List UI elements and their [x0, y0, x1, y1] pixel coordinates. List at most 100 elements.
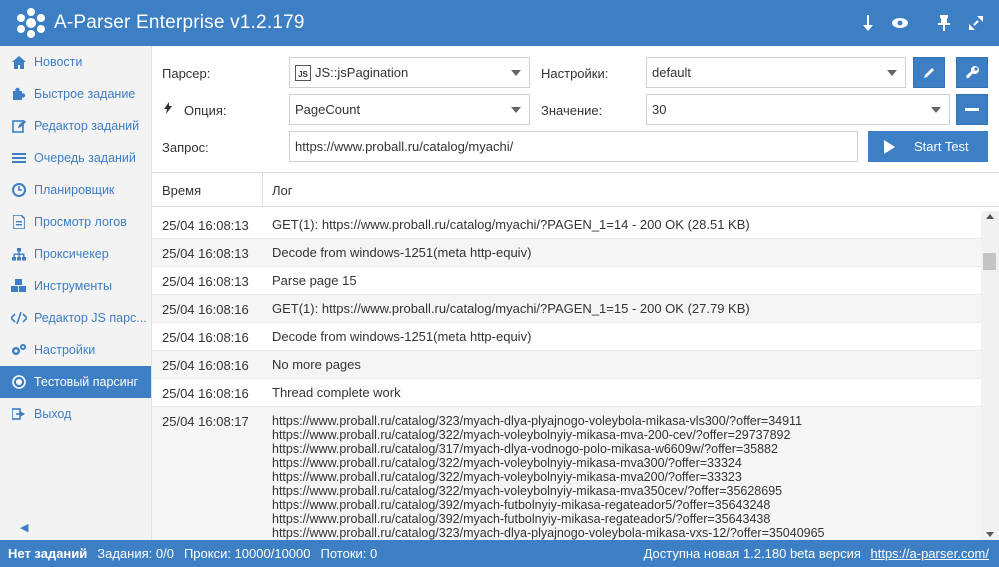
settings-label: Настройки:: [541, 66, 609, 81]
chevron-down-icon: [511, 70, 521, 76]
log-time: 25/04 16:08:17: [162, 414, 249, 429]
sitemap-icon: [10, 246, 28, 262]
update-link[interactable]: https://a-parser.com/: [871, 546, 990, 561]
download-icon[interactable]: [855, 10, 881, 36]
log-time: 25/04 16:08:16: [162, 386, 249, 401]
column-log: Лог: [272, 183, 293, 198]
sidebar-item-list[interactable]: Очередь заданий: [0, 142, 151, 174]
a-parser-logo-icon: [14, 6, 48, 40]
sidebar: Новости Быстрое задание Редактор заданий Оч…: [0, 46, 152, 540]
bolt-icon: [164, 102, 172, 117]
chevron-down-icon: [887, 70, 897, 76]
home-icon: [10, 54, 28, 70]
sidebar-item-target[interactable]: Тестовый парсинг: [0, 366, 151, 398]
play-icon: [884, 139, 895, 154]
start-test-label: Start Test: [914, 139, 969, 154]
target-icon: [10, 374, 28, 390]
value-value: 30: [652, 102, 667, 117]
status-bar: Нет заданий Задания: 0/0 Прокси: 10000/1…: [0, 540, 999, 567]
result-url: https://www.proball.ru/catalog/322/myach…: [272, 484, 783, 498]
chevron-down-icon: [931, 107, 941, 113]
app-title: A-Parser Enterprise v1.2.179: [54, 12, 305, 33]
log-message: GET(1): https://www.proball.ru/catalog/m…: [272, 301, 750, 316]
option-label: Опция:: [184, 103, 227, 118]
pencil-icon: [924, 67, 934, 78]
option-select[interactable]: PageCount: [289, 94, 530, 125]
code-icon: [10, 310, 28, 326]
log-message: Decode from windows-1251(meta http-equiv…: [272, 329, 532, 344]
log-result-urls: https://www.proball.ru/catalog/323/myach…: [272, 407, 981, 540]
sidebar-item-file[interactable]: Просмотр логов: [0, 206, 151, 238]
list-icon: [10, 150, 28, 166]
log-scrollbar[interactable]: [981, 211, 999, 540]
option-value: PageCount: [295, 102, 361, 117]
log-time: 25/04 16:08:13: [162, 274, 249, 289]
tools-button[interactable]: [956, 57, 988, 88]
log-table: 25/04 16:08:13 GET(1): https://www.probal…: [152, 211, 981, 540]
log-row: 25/04 16:08:16 GET(1): https://www.probal…: [152, 295, 981, 323]
title-actions: [855, 0, 989, 46]
sidebar-item-code[interactable]: Редактор JS парс...: [0, 302, 151, 334]
sidebar-item-label: Настройки: [34, 343, 96, 357]
result-url: https://www.proball.ru/catalog/322/myach…: [272, 470, 742, 484]
sidebar-item-edit[interactable]: Редактор заданий: [0, 110, 151, 142]
status-no-tasks: Нет заданий: [8, 546, 88, 561]
start-test-button[interactable]: Start Test: [868, 131, 988, 162]
sidebar-item-label: Быстрое задание: [34, 87, 136, 101]
log-row: 25/04 16:08:16 Thread complete work: [152, 379, 981, 407]
log-message: Parse page 15: [272, 273, 357, 288]
wrench-icon: [966, 65, 979, 78]
query-input[interactable]: https://www.proball.ru/catalog/myachi/: [289, 131, 858, 162]
parser-value: JS::jsPagination: [315, 65, 409, 80]
result-url: https://www.proball.ru/catalog/322/myach…: [272, 456, 742, 470]
expand-icon[interactable]: [963, 10, 989, 36]
log-time: 25/04 16:08:16: [162, 302, 249, 317]
result-url: https://www.proball.ru/catalog/323/myach…: [272, 526, 825, 540]
clock-icon: [10, 182, 28, 198]
settings-select[interactable]: default: [646, 57, 906, 88]
eye-icon[interactable]: [887, 10, 913, 36]
parser-select[interactable]: JS JS::jsPagination: [289, 57, 530, 88]
sidebar-item-sitemap[interactable]: Проксичекер: [0, 238, 151, 270]
log-message: Decode from windows-1251(meta http-equiv…: [272, 245, 532, 260]
js-icon: JS: [295, 64, 311, 81]
sidebar-item-clock[interactable]: Планировщик: [0, 174, 151, 206]
scroll-up-icon[interactable]: [986, 214, 994, 219]
log-row-results: 25/04 16:08:17 https://www.proball.ru/cat…: [152, 407, 981, 540]
sidebar-item-label: Тестовый парсинг: [34, 375, 139, 389]
log-header: Время Лог: [152, 172, 999, 207]
collapse-sidebar-icon[interactable]: ◀: [20, 521, 28, 534]
result-url: https://www.proball.ru/catalog/392/myach…: [272, 498, 771, 512]
log-time: 25/04 16:08:13: [162, 218, 249, 233]
file-icon: [10, 214, 28, 230]
sidebar-item-label: Очередь заданий: [34, 151, 136, 165]
sidebar-item-cubes[interactable]: Инструменты: [0, 270, 151, 302]
remove-option-button[interactable]: [956, 94, 988, 125]
log-row: 25/04 16:08:16 No more pages: [152, 351, 981, 379]
log-row: 25/04 16:08:13 GET(1): https://www.probal…: [152, 211, 981, 239]
log-time: 25/04 16:08:16: [162, 358, 249, 373]
sidebar-item-label: Новости: [34, 55, 83, 69]
sidebar-item-puzzle[interactable]: Быстрое задание: [0, 78, 151, 110]
sidebar-item-label: Инструменты: [34, 279, 112, 293]
log-row: 25/04 16:08:13 Parse page 15: [152, 267, 981, 295]
sidebar-item-home[interactable]: Новости: [0, 46, 151, 78]
log-message: GET(1): https://www.proball.ru/catalog/m…: [272, 217, 750, 232]
value-label: Значение:: [541, 103, 603, 118]
status-tasks: Задания: 0/0: [97, 546, 174, 561]
column-time: Время: [162, 183, 202, 198]
pin-icon[interactable]: [931, 10, 957, 36]
test-form: Парсер: JS JS::jsPagination Настройки: d…: [152, 46, 999, 172]
log-time: 25/04 16:08:16: [162, 330, 249, 345]
value-select[interactable]: 30: [646, 94, 950, 125]
edit-settings-button[interactable]: [913, 57, 945, 88]
sidebar-item-label: Проксичекер: [34, 247, 109, 261]
scroll-down-icon[interactable]: [986, 532, 994, 537]
result-url: https://www.proball.ru/catalog/323/myach…: [272, 414, 803, 428]
scroll-thumb[interactable]: [983, 253, 996, 270]
query-value: https://www.proball.ru/catalog/myachi/: [295, 139, 514, 154]
sidebar-item-cogs[interactable]: Настройки: [0, 334, 151, 366]
sidebar-item-label: Редактор заданий: [34, 119, 140, 133]
sidebar-item-sign-out[interactable]: Выход: [0, 398, 151, 430]
settings-value: default: [652, 65, 692, 80]
